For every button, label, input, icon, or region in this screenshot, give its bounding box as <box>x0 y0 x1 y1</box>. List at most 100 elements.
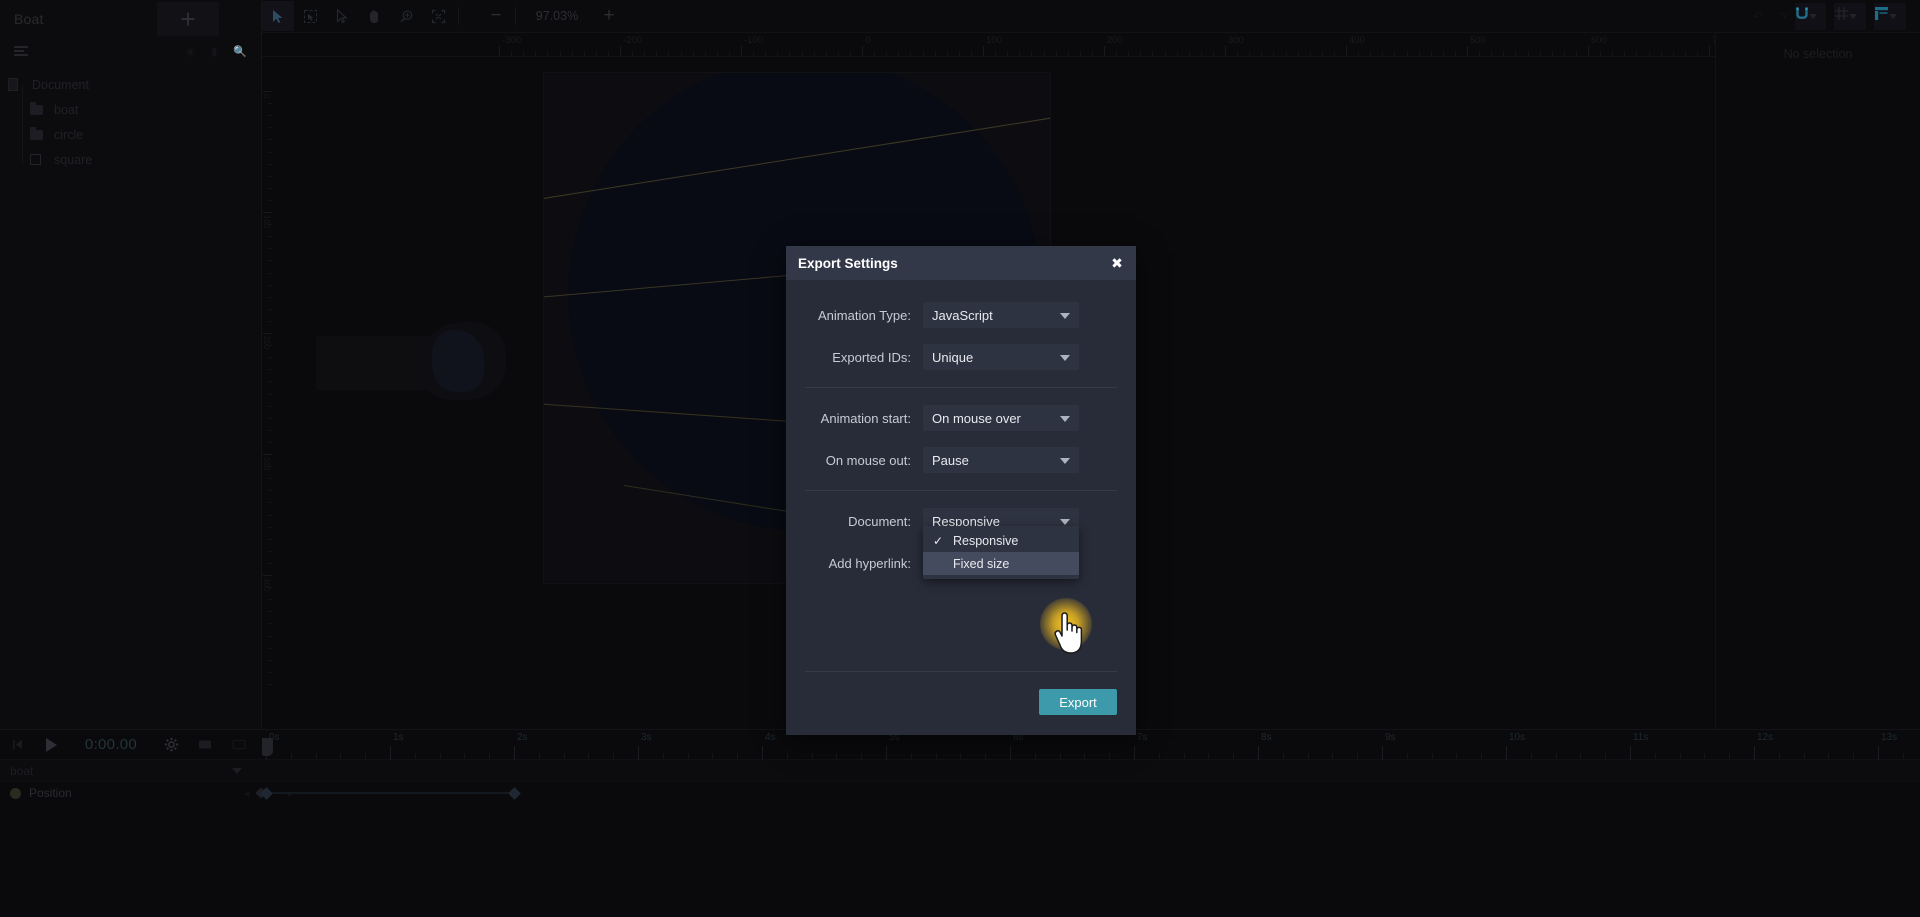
snap-magnet-icon[interactable] <box>1795 6 1809 26</box>
timeline-track-header[interactable]: boat <box>0 760 1920 782</box>
keyframe[interactable] <box>508 787 521 800</box>
timeline-ruler-label: 13s <box>1881 732 1898 743</box>
visibility-icon[interactable]: ◉ <box>186 45 196 58</box>
ruler-minor-tick <box>716 51 718 56</box>
timeline-minor-tick <box>1332 753 1334 760</box>
ruler-minor-tick <box>704 51 706 56</box>
play-button[interactable] <box>34 731 68 759</box>
ruler-tick <box>620 46 621 56</box>
rulers-chip[interactable] <box>1874 2 1906 30</box>
zoom-tool-icon[interactable] <box>390 1 422 31</box>
timeline-minor-tick <box>1778 753 1780 760</box>
direct-select-tool-icon[interactable] <box>326 1 358 31</box>
chevron-down-icon[interactable] <box>1849 13 1857 19</box>
ruler-minor-tick <box>1563 51 1565 56</box>
ruler-minor-tick <box>523 51 525 56</box>
ruler-tick <box>263 212 272 213</box>
chevron-down-icon[interactable] <box>1809 13 1817 19</box>
prev-keyframe-icon[interactable]: ◂ <box>244 787 250 800</box>
fit-to-screen-icon[interactable] <box>422 1 454 31</box>
playhead[interactable] <box>262 738 273 756</box>
grid-icon[interactable] <box>1834 6 1849 26</box>
tree-item-square[interactable]: square <box>0 147 261 172</box>
timeline-minor-tick <box>1357 753 1359 760</box>
dropdown-option-fixed-size[interactable]: Fixed size <box>923 552 1079 575</box>
ruler-minor-tick <box>547 51 549 56</box>
timecode-display[interactable]: 0:00.00 <box>68 736 154 753</box>
ruler-minor-tick <box>583 51 585 56</box>
keyframe-span <box>266 792 514 794</box>
timeline-minor-tick <box>1828 753 1830 760</box>
keyframe[interactable] <box>260 787 273 800</box>
timeline-minor-tick <box>1431 753 1433 760</box>
ruler-tick <box>1467 46 1468 56</box>
timeline-minor-tick <box>712 753 714 760</box>
ruler-minor-tick <box>1394 51 1396 56</box>
ruler-minor-tick <box>607 51 609 56</box>
go-to-start-icon[interactable] <box>0 731 34 759</box>
timeline-minor-tick <box>960 753 962 760</box>
timeline-tick <box>390 746 391 760</box>
document-icon <box>8 78 26 91</box>
select-tool-icon[interactable] <box>262 1 294 31</box>
lock-icon[interactable]: ▮ <box>211 45 217 58</box>
select-value: JavaScript <box>932 307 993 323</box>
tree-item-circle[interactable]: circle <box>0 122 261 147</box>
keyframe-lane[interactable] <box>260 782 1920 804</box>
transform-tool-icon[interactable] <box>294 1 326 31</box>
chevron-down-icon[interactable] <box>232 767 242 774</box>
ruler-label: 400 <box>262 578 271 592</box>
on-mouse-out-select[interactable]: Pause <box>923 447 1079 473</box>
ruler-minor-tick <box>1503 51 1505 56</box>
dropdown-option-responsive[interactable]: ✓ Responsive <box>923 529 1079 552</box>
timeline-property-row[interactable]: Position ◂ ▸ <box>0 782 1920 804</box>
zoom-out-button[interactable]: − <box>481 2 511 30</box>
ruler-minor-tick <box>1333 51 1335 56</box>
undo-icon[interactable]: ↶ <box>1753 10 1762 23</box>
add-button[interactable]: + <box>157 2 219 36</box>
zoom-in-button[interactable]: + <box>594 2 624 30</box>
search-icon[interactable]: 🔍 <box>233 45 247 58</box>
stopwatch-icon[interactable] <box>10 787 21 799</box>
ruler-minor-tick <box>1418 51 1420 56</box>
exported-ids-select[interactable]: Unique <box>923 344 1079 370</box>
chevron-down-icon <box>1060 355 1070 361</box>
ruler-label: 100 <box>986 35 1002 46</box>
export-timeline-icon[interactable] <box>222 731 256 759</box>
rulers-guides-icon[interactable] <box>1874 6 1889 26</box>
timeline-tick <box>1878 746 1879 760</box>
hand-tool-icon[interactable] <box>358 1 390 31</box>
ruler-minor-tick <box>1612 51 1614 56</box>
snap-chip[interactable] <box>1795 2 1826 30</box>
timeline-ruler-label: 9s <box>1385 732 1396 743</box>
chevron-down-icon[interactable] <box>1889 13 1897 19</box>
tree-item-boat[interactable]: boat <box>0 97 261 122</box>
tree-item-document[interactable]: Document <box>0 72 261 97</box>
list-options-icon[interactable] <box>14 46 28 56</box>
timeline-tick <box>1258 746 1259 760</box>
animation-start-select[interactable]: On mouse over <box>923 405 1079 431</box>
ruler-tick <box>1104 46 1105 56</box>
boat-shape[interactable] <box>316 322 514 400</box>
timeline-ruler-label: 3s <box>641 732 652 743</box>
tree-item-label: boat <box>54 102 79 117</box>
grid-chip[interactable] <box>1834 2 1866 30</box>
redo-icon[interactable]: ↷ <box>1778 10 1787 23</box>
ruler-minor-tick <box>1176 51 1178 56</box>
ruler-minor-tick <box>874 51 876 56</box>
gear-icon[interactable] <box>154 731 188 759</box>
application-window: Boat + ◉ ▮ 🔍 Document boat circle square… <box>0 0 1920 917</box>
close-icon[interactable]: ✖ <box>1108 254 1126 272</box>
ruler-minor-tick <box>910 51 912 56</box>
horizontal-ruler[interactable]: -300-200-1000100200300400500600700 <box>262 33 1715 57</box>
ruler-minor-tick <box>571 51 573 56</box>
timeline-minor-tick <box>538 753 540 760</box>
animation-type-select[interactable]: JavaScript <box>923 302 1079 328</box>
ruler-tick <box>263 575 272 576</box>
zoom-level-value[interactable]: 97.03% <box>520 9 594 23</box>
loop-icon[interactable] <box>188 731 222 759</box>
timeline-minor-tick <box>935 753 937 760</box>
ruler-minor-tick <box>1358 51 1360 56</box>
export-button[interactable]: Export <box>1039 689 1117 715</box>
vertical-ruler[interactable]: 0 100 200 300 400 <box>262 57 272 729</box>
